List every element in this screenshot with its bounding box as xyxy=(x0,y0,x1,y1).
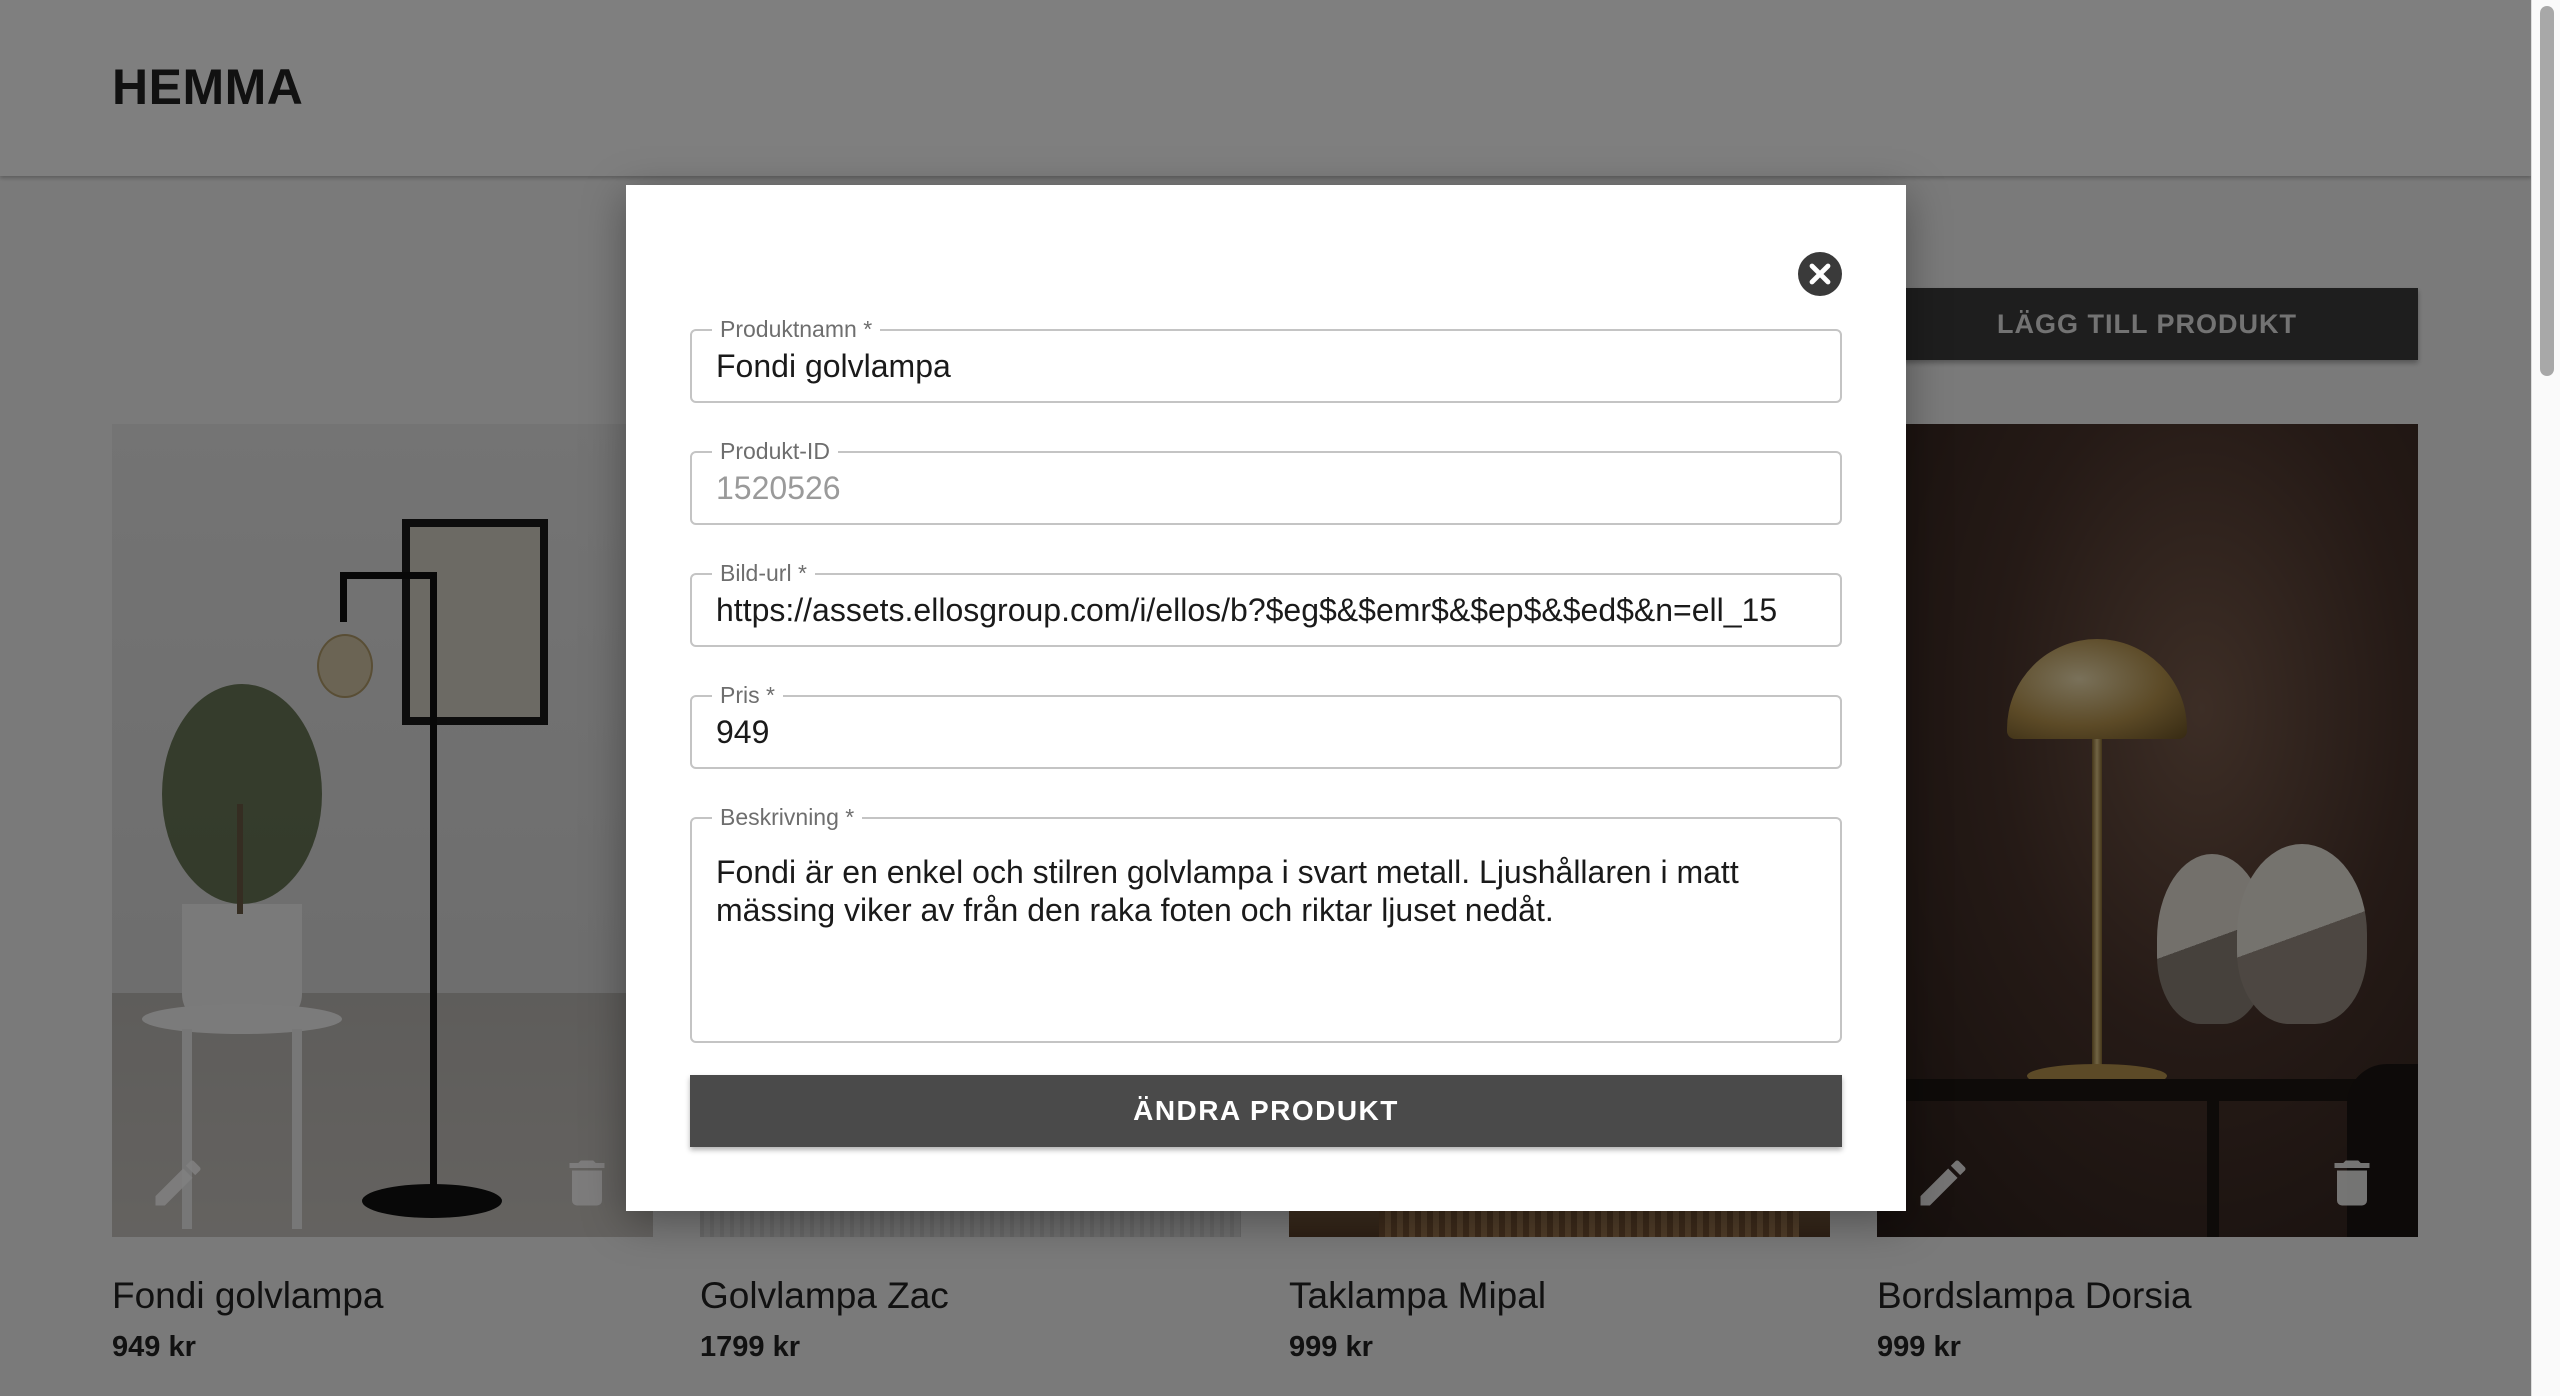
product-id-input xyxy=(716,453,1816,523)
scrollbar-thumb[interactable] xyxy=(2540,6,2554,376)
product-name-field: Produktnamn * xyxy=(690,316,1842,403)
price-field: Pris * xyxy=(690,682,1842,769)
close-circle-icon xyxy=(1798,252,1842,296)
description-textarea[interactable]: Fondi är en enkel och stilren golvlampa … xyxy=(716,853,1816,1025)
description-label: Beskrivning * xyxy=(712,804,863,830)
page-scrollbar[interactable] xyxy=(2531,0,2560,1396)
product-name-input[interactable] xyxy=(716,331,1816,401)
image-url-input[interactable] xyxy=(716,575,1816,645)
description-field: Beskrivning * Fondi är en enkel och stil… xyxy=(690,804,1842,1043)
edit-product-dialog: Produktnamn * Produkt-ID Bild-url * Pris… xyxy=(626,185,1906,1211)
close-dialog-button[interactable] xyxy=(1796,250,1844,298)
update-product-button[interactable]: ÄNDRA PRODUKT xyxy=(690,1075,1842,1147)
price-input[interactable] xyxy=(716,697,1816,767)
image-url-field: Bild-url * xyxy=(690,560,1842,647)
product-id-field: Produkt-ID xyxy=(690,438,1842,525)
